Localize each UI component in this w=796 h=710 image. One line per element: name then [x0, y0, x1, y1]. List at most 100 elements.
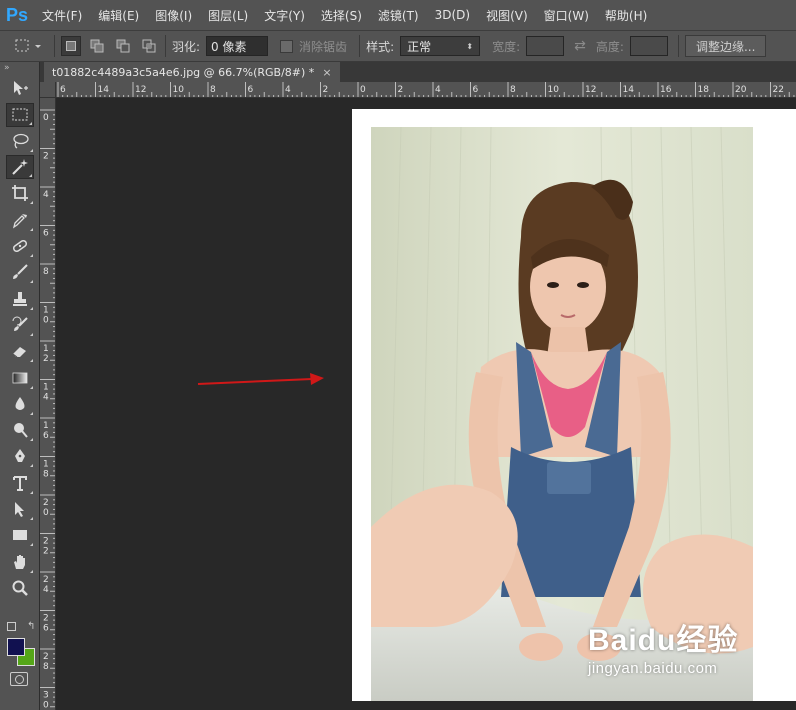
healing-tool[interactable]: [6, 234, 34, 258]
tools-panel: » ↰: [0, 62, 40, 710]
blur-tool[interactable]: [6, 392, 34, 416]
type-tool[interactable]: [6, 471, 34, 495]
ruler-h-label: 12: [585, 85, 596, 95]
menu-edit[interactable]: 编辑(E): [90, 7, 147, 24]
add-selection-button[interactable]: [87, 36, 107, 56]
ruler-h-label: 8: [210, 85, 216, 95]
vertical-ruler-ticks: 024681012141618202224262830: [40, 109, 55, 710]
new-selection-button[interactable]: [61, 36, 81, 56]
ruler-h-label: 14: [98, 85, 110, 95]
hand-tool[interactable]: [6, 550, 34, 574]
subtract-selection-button[interactable]: [113, 36, 133, 56]
lasso-icon: [12, 133, 29, 149]
ruler-v-label: 2: [43, 575, 49, 585]
ruler-v-label: 4: [43, 585, 49, 595]
tool-group-indicator: [28, 121, 32, 125]
document-tab[interactable]: t01882c4489a3c5a4e6.jpg @ 66.7%(RGB/8#) …: [44, 62, 340, 82]
path-select-tool[interactable]: [6, 497, 34, 521]
ruler-v-label: 1: [43, 306, 49, 316]
feather-input[interactable]: 0 像素: [206, 36, 269, 56]
ruler-v-label: 2: [43, 152, 49, 162]
blur-drop-icon: [15, 396, 24, 410]
horizontal-ruler[interactable]: 6 14 12 10 8 6 4 2 0 2 4 6 8 10 12 14 16 18 20 22: [56, 82, 796, 98]
dodge-tool[interactable]: [6, 418, 34, 442]
height-label: 高度:: [595, 39, 624, 54]
menu-file[interactable]: 文件(F): [34, 7, 90, 24]
tool-preset-picker[interactable]: [8, 35, 48, 57]
menu-3d[interactable]: 3D(D): [427, 8, 478, 22]
intersect-selection-icon: [142, 39, 156, 53]
document-canvas[interactable]: Baidu经验 jingyan.baidu.com: [352, 109, 796, 701]
quick-mask-button[interactable]: [10, 672, 28, 686]
brush-tool[interactable]: [6, 260, 34, 284]
separator: [54, 35, 55, 57]
ruler-h-label: 6: [473, 85, 479, 95]
menu-bar: Ps 文件(F) 编辑(E) 图像(I) 图层(L) 文字(Y) 选择(S) 滤…: [0, 0, 796, 30]
ruler-h-label: 20: [735, 85, 747, 95]
separator: [677, 35, 679, 57]
tool-group-indicator: [29, 490, 33, 494]
marquee-tool[interactable]: [5, 102, 34, 127]
tool-group-indicator: [29, 569, 33, 573]
height-input[interactable]: [629, 36, 668, 56]
document-tab-bar: t01882c4489a3c5a4e6.jpg @ 66.7%(RGB/8#) …: [40, 62, 796, 82]
canvas-area[interactable]: Baidu经验 jingyan.baidu.com: [57, 99, 796, 710]
options-bar: 羽化: 0 像素 消除锯齿 样式: 正常 ⬍ 宽度: ⇄ 高度: 调整边缘...: [0, 30, 796, 62]
ruler-v-label: 4: [43, 190, 49, 200]
menu-image[interactable]: 图像(I): [147, 7, 200, 24]
gradient-tool[interactable]: [6, 366, 34, 390]
menu-layer[interactable]: 图层(L): [200, 7, 256, 24]
ruler-h-label: 2: [398, 85, 404, 95]
pen-tool[interactable]: [6, 444, 34, 468]
menu-select[interactable]: 选择(S): [313, 7, 370, 24]
ruler-v-label: 2: [43, 614, 49, 624]
type-icon: [12, 475, 27, 491]
default-colors-icon[interactable]: [7, 622, 16, 631]
antialias-checkbox[interactable]: [280, 39, 294, 53]
feather-label: 羽化:: [172, 39, 201, 54]
move-tool[interactable]: [6, 76, 34, 100]
ruler-h-label: 14: [623, 85, 635, 95]
zoom-tool[interactable]: [6, 576, 34, 600]
eraser-icon: [12, 347, 26, 358]
close-tab-icon[interactable]: ×: [322, 66, 331, 79]
lasso-tool[interactable]: [6, 129, 34, 153]
history-brush-tool[interactable]: [6, 313, 34, 337]
ruler-h-label: 4: [285, 85, 291, 95]
intersect-selection-button[interactable]: [139, 36, 159, 56]
tool-group-indicator: [29, 227, 33, 231]
menu-help[interactable]: 帮助(H): [597, 7, 655, 24]
ruler-v-label: 1: [43, 460, 49, 470]
menu-type[interactable]: 文字(Y): [256, 7, 313, 24]
panel-collapse-icon[interactable]: »: [0, 62, 39, 74]
menu-window[interactable]: 窗口(W): [536, 7, 597, 24]
tool-group-indicator: [29, 438, 33, 442]
document-title: t01882c4489a3c5a4e6.jpg @ 66.7%(RGB/8#) …: [52, 65, 315, 79]
horizontal-ruler-ticks: 6 14 12 10 8 6 4 2 0 2 4 6 8 10 12 14 16 18 20 22: [57, 82, 795, 97]
swap-dimensions-icon[interactable]: ⇄: [574, 38, 586, 54]
ruler-h-label: 22: [773, 85, 784, 95]
tool-group-indicator: [29, 411, 33, 415]
swap-colors-icon[interactable]: ↰: [27, 621, 35, 632]
refine-edge-button[interactable]: 调整边缘...: [684, 35, 767, 57]
tool-group-indicator: [29, 543, 33, 547]
rectangle-tool[interactable]: [6, 523, 34, 547]
menu-view[interactable]: 视图(V): [478, 7, 536, 24]
width-input[interactable]: [526, 36, 565, 56]
magic-wand-tool[interactable]: [5, 155, 34, 180]
crop-icon: [11, 185, 28, 202]
ruler-origin[interactable]: [40, 82, 56, 98]
foreground-color-swatch[interactable]: [7, 638, 25, 656]
ruler-v-label: 6: [43, 624, 49, 634]
ruler-h-label: 4: [435, 85, 441, 95]
stamp-tool[interactable]: [6, 287, 34, 311]
ruler-v-label: 4: [43, 393, 49, 403]
style-select[interactable]: 正常 ⬍: [400, 36, 481, 56]
hand-icon: [13, 554, 25, 569]
gradient-icon: [12, 372, 27, 383]
vertical-ruler[interactable]: 024681012141618202224262830: [40, 98, 56, 710]
menu-filter[interactable]: 滤镜(T): [370, 7, 427, 24]
eyedropper-tool[interactable]: [6, 208, 34, 232]
eraser-tool[interactable]: [6, 339, 34, 363]
crop-tool[interactable]: [6, 181, 34, 205]
